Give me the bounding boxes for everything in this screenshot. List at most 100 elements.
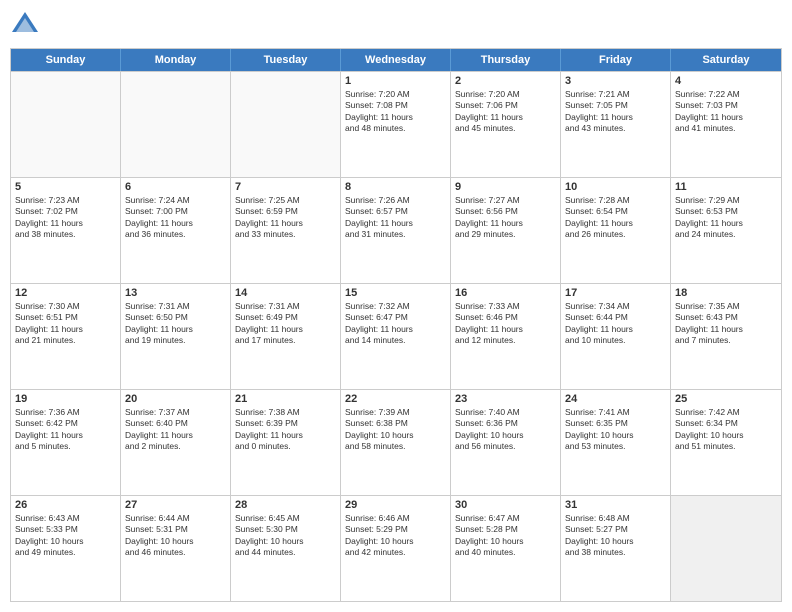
day-info: Sunrise: 6:48 AM Sunset: 5:27 PM Dayligh…: [565, 513, 666, 559]
day-info: Sunrise: 7:37 AM Sunset: 6:40 PM Dayligh…: [125, 407, 226, 453]
day-info: Sunrise: 7:30 AM Sunset: 6:51 PM Dayligh…: [15, 301, 116, 347]
day-number: 12: [15, 287, 116, 299]
day-cell-27: 27 Sunrise: 6:44 AM Sunset: 5:31 PM Dayli…: [121, 496, 231, 601]
day-cell-29: 29 Sunrise: 6:46 AM Sunset: 5:29 PM Dayli…: [341, 496, 451, 601]
day-cell-18: 18Sunrise: 7:35 AM Sunset: 6:43 PM Dayli…: [671, 284, 781, 389]
day-number: 16: [455, 287, 556, 299]
day-cell-3: 3Sunrise: 7:21 AM Sunset: 7:05 PM Daylig…: [561, 72, 671, 177]
header-day-thursday: Thursday: [451, 49, 561, 71]
day-number: 22: [345, 393, 446, 405]
day-number: 4: [675, 75, 777, 87]
calendar-header: SundayMondayTuesdayWednesdayThursdayFrid…: [11, 49, 781, 71]
header-day-wednesday: Wednesday: [341, 49, 451, 71]
day-number: 24: [565, 393, 666, 405]
page: SundayMondayTuesdayWednesdayThursdayFrid…: [0, 0, 792, 612]
logo-icon: [10, 10, 40, 40]
calendar: SundayMondayTuesdayWednesdayThursdayFrid…: [10, 48, 782, 602]
day-info: Sunrise: 7:33 AM Sunset: 6:46 PM Dayligh…: [455, 301, 556, 347]
day-number: 8: [345, 181, 446, 193]
day-info: Sunrise: 7:42 AM Sunset: 6:34 PM Dayligh…: [675, 407, 777, 453]
calendar-row-3: 12 Sunrise: 7:30 AM Sunset: 6:51 PM Dayli…: [11, 283, 781, 389]
header: [10, 10, 782, 40]
day-info: Sunrise: 7:31 AM Sunset: 6:49 PM Dayligh…: [235, 301, 336, 347]
day-info: Sunrise: 6:47 AM Sunset: 5:28 PM Dayligh…: [455, 513, 556, 559]
day-cell-23: 23Sunrise: 7:40 AM Sunset: 6:36 PM Dayli…: [451, 390, 561, 495]
day-info: Sunrise: 7:29 AM Sunset: 6:53 PM Dayligh…: [675, 195, 777, 241]
day-info: Sunrise: 7:32 AM Sunset: 6:47 PM Dayligh…: [345, 301, 446, 347]
day-cell-30: 30 Sunrise: 6:47 AM Sunset: 5:28 PM Dayli…: [451, 496, 561, 601]
day-number: 14: [235, 287, 336, 299]
day-number: 31: [565, 499, 666, 511]
day-cell-13: 13Sunrise: 7:31 AM Sunset: 6:50 PM Dayli…: [121, 284, 231, 389]
day-cell-17: 17 Sunrise: 7:34 AM Sunset: 6:44 PM Dayli…: [561, 284, 671, 389]
day-cell-25: 25Sunrise: 7:42 AM Sunset: 6:34 PM Dayli…: [671, 390, 781, 495]
day-number: 20: [125, 393, 226, 405]
day-cell-16: 16 Sunrise: 7:33 AM Sunset: 6:46 PM Dayli…: [451, 284, 561, 389]
day-cell-28: 28 Sunrise: 6:45 AM Sunset: 5:30 PM Dayli…: [231, 496, 341, 601]
day-number: 23: [455, 393, 556, 405]
day-cell-22: 22 Sunrise: 7:39 AM Sunset: 6:38 PM Dayli…: [341, 390, 451, 495]
day-info: Sunrise: 7:22 AM Sunset: 7:03 PM Dayligh…: [675, 89, 777, 135]
day-cell-11: 11 Sunrise: 7:29 AM Sunset: 6:53 PM Dayli…: [671, 178, 781, 283]
header-day-monday: Monday: [121, 49, 231, 71]
day-info: Sunrise: 6:46 AM Sunset: 5:29 PM Dayligh…: [345, 513, 446, 559]
day-number: 19: [15, 393, 116, 405]
day-cell-10: 10 Sunrise: 7:28 AM Sunset: 6:54 PM Dayli…: [561, 178, 671, 283]
day-info: Sunrise: 7:20 AM Sunset: 7:08 PM Dayligh…: [345, 89, 446, 135]
calendar-body: 1Sunrise: 7:20 AM Sunset: 7:08 PM Daylig…: [11, 71, 781, 601]
empty-cell: [671, 496, 781, 601]
calendar-row-5: 26Sunrise: 6:43 AM Sunset: 5:33 PM Dayli…: [11, 495, 781, 601]
day-info: Sunrise: 7:26 AM Sunset: 6:57 PM Dayligh…: [345, 195, 446, 241]
day-number: 2: [455, 75, 556, 87]
day-info: Sunrise: 7:27 AM Sunset: 6:56 PM Dayligh…: [455, 195, 556, 241]
day-number: 29: [345, 499, 446, 511]
day-info: Sunrise: 6:44 AM Sunset: 5:31 PM Dayligh…: [125, 513, 226, 559]
day-info: Sunrise: 7:41 AM Sunset: 6:35 PM Dayligh…: [565, 407, 666, 453]
day-cell-26: 26Sunrise: 6:43 AM Sunset: 5:33 PM Dayli…: [11, 496, 121, 601]
day-number: 21: [235, 393, 336, 405]
day-number: 11: [675, 181, 777, 193]
day-info: Sunrise: 6:45 AM Sunset: 5:30 PM Dayligh…: [235, 513, 336, 559]
day-cell-19: 19 Sunrise: 7:36 AM Sunset: 6:42 PM Dayli…: [11, 390, 121, 495]
day-cell-21: 21 Sunrise: 7:38 AM Sunset: 6:39 PM Dayli…: [231, 390, 341, 495]
day-number: 18: [675, 287, 777, 299]
day-cell-12: 12 Sunrise: 7:30 AM Sunset: 6:51 PM Dayli…: [11, 284, 121, 389]
calendar-row-1: 1Sunrise: 7:20 AM Sunset: 7:08 PM Daylig…: [11, 71, 781, 177]
header-day-tuesday: Tuesday: [231, 49, 341, 71]
day-number: 17: [565, 287, 666, 299]
day-info: Sunrise: 7:34 AM Sunset: 6:44 PM Dayligh…: [565, 301, 666, 347]
day-info: Sunrise: 7:28 AM Sunset: 6:54 PM Dayligh…: [565, 195, 666, 241]
day-cell-24: 24 Sunrise: 7:41 AM Sunset: 6:35 PM Dayli…: [561, 390, 671, 495]
day-cell-4: 4 Sunrise: 7:22 AM Sunset: 7:03 PM Daylig…: [671, 72, 781, 177]
day-info: Sunrise: 7:23 AM Sunset: 7:02 PM Dayligh…: [15, 195, 116, 241]
day-number: 27: [125, 499, 226, 511]
day-number: 30: [455, 499, 556, 511]
empty-cell: [11, 72, 121, 177]
logo: [10, 10, 44, 40]
day-info: Sunrise: 7:25 AM Sunset: 6:59 PM Dayligh…: [235, 195, 336, 241]
day-number: 7: [235, 181, 336, 193]
empty-cell: [231, 72, 341, 177]
day-cell-8: 8 Sunrise: 7:26 AM Sunset: 6:57 PM Daylig…: [341, 178, 451, 283]
day-cell-1: 1Sunrise: 7:20 AM Sunset: 7:08 PM Daylig…: [341, 72, 451, 177]
day-cell-15: 15 Sunrise: 7:32 AM Sunset: 6:47 PM Dayli…: [341, 284, 451, 389]
calendar-row-4: 19 Sunrise: 7:36 AM Sunset: 6:42 PM Dayli…: [11, 389, 781, 495]
day-number: 10: [565, 181, 666, 193]
day-info: Sunrise: 7:39 AM Sunset: 6:38 PM Dayligh…: [345, 407, 446, 453]
day-info: Sunrise: 7:38 AM Sunset: 6:39 PM Dayligh…: [235, 407, 336, 453]
day-info: Sunrise: 7:31 AM Sunset: 6:50 PM Dayligh…: [125, 301, 226, 347]
day-number: 5: [15, 181, 116, 193]
header-day-saturday: Saturday: [671, 49, 781, 71]
day-cell-7: 7 Sunrise: 7:25 AM Sunset: 6:59 PM Daylig…: [231, 178, 341, 283]
day-info: Sunrise: 7:24 AM Sunset: 7:00 PM Dayligh…: [125, 195, 226, 241]
day-number: 28: [235, 499, 336, 511]
empty-cell: [121, 72, 231, 177]
day-number: 3: [565, 75, 666, 87]
header-day-friday: Friday: [561, 49, 671, 71]
day-number: 15: [345, 287, 446, 299]
day-cell-14: 14 Sunrise: 7:31 AM Sunset: 6:49 PM Dayli…: [231, 284, 341, 389]
header-day-sunday: Sunday: [11, 49, 121, 71]
day-cell-31: 31 Sunrise: 6:48 AM Sunset: 5:27 PM Dayli…: [561, 496, 671, 601]
day-info: Sunrise: 7:36 AM Sunset: 6:42 PM Dayligh…: [15, 407, 116, 453]
calendar-row-2: 5 Sunrise: 7:23 AM Sunset: 7:02 PM Daylig…: [11, 177, 781, 283]
